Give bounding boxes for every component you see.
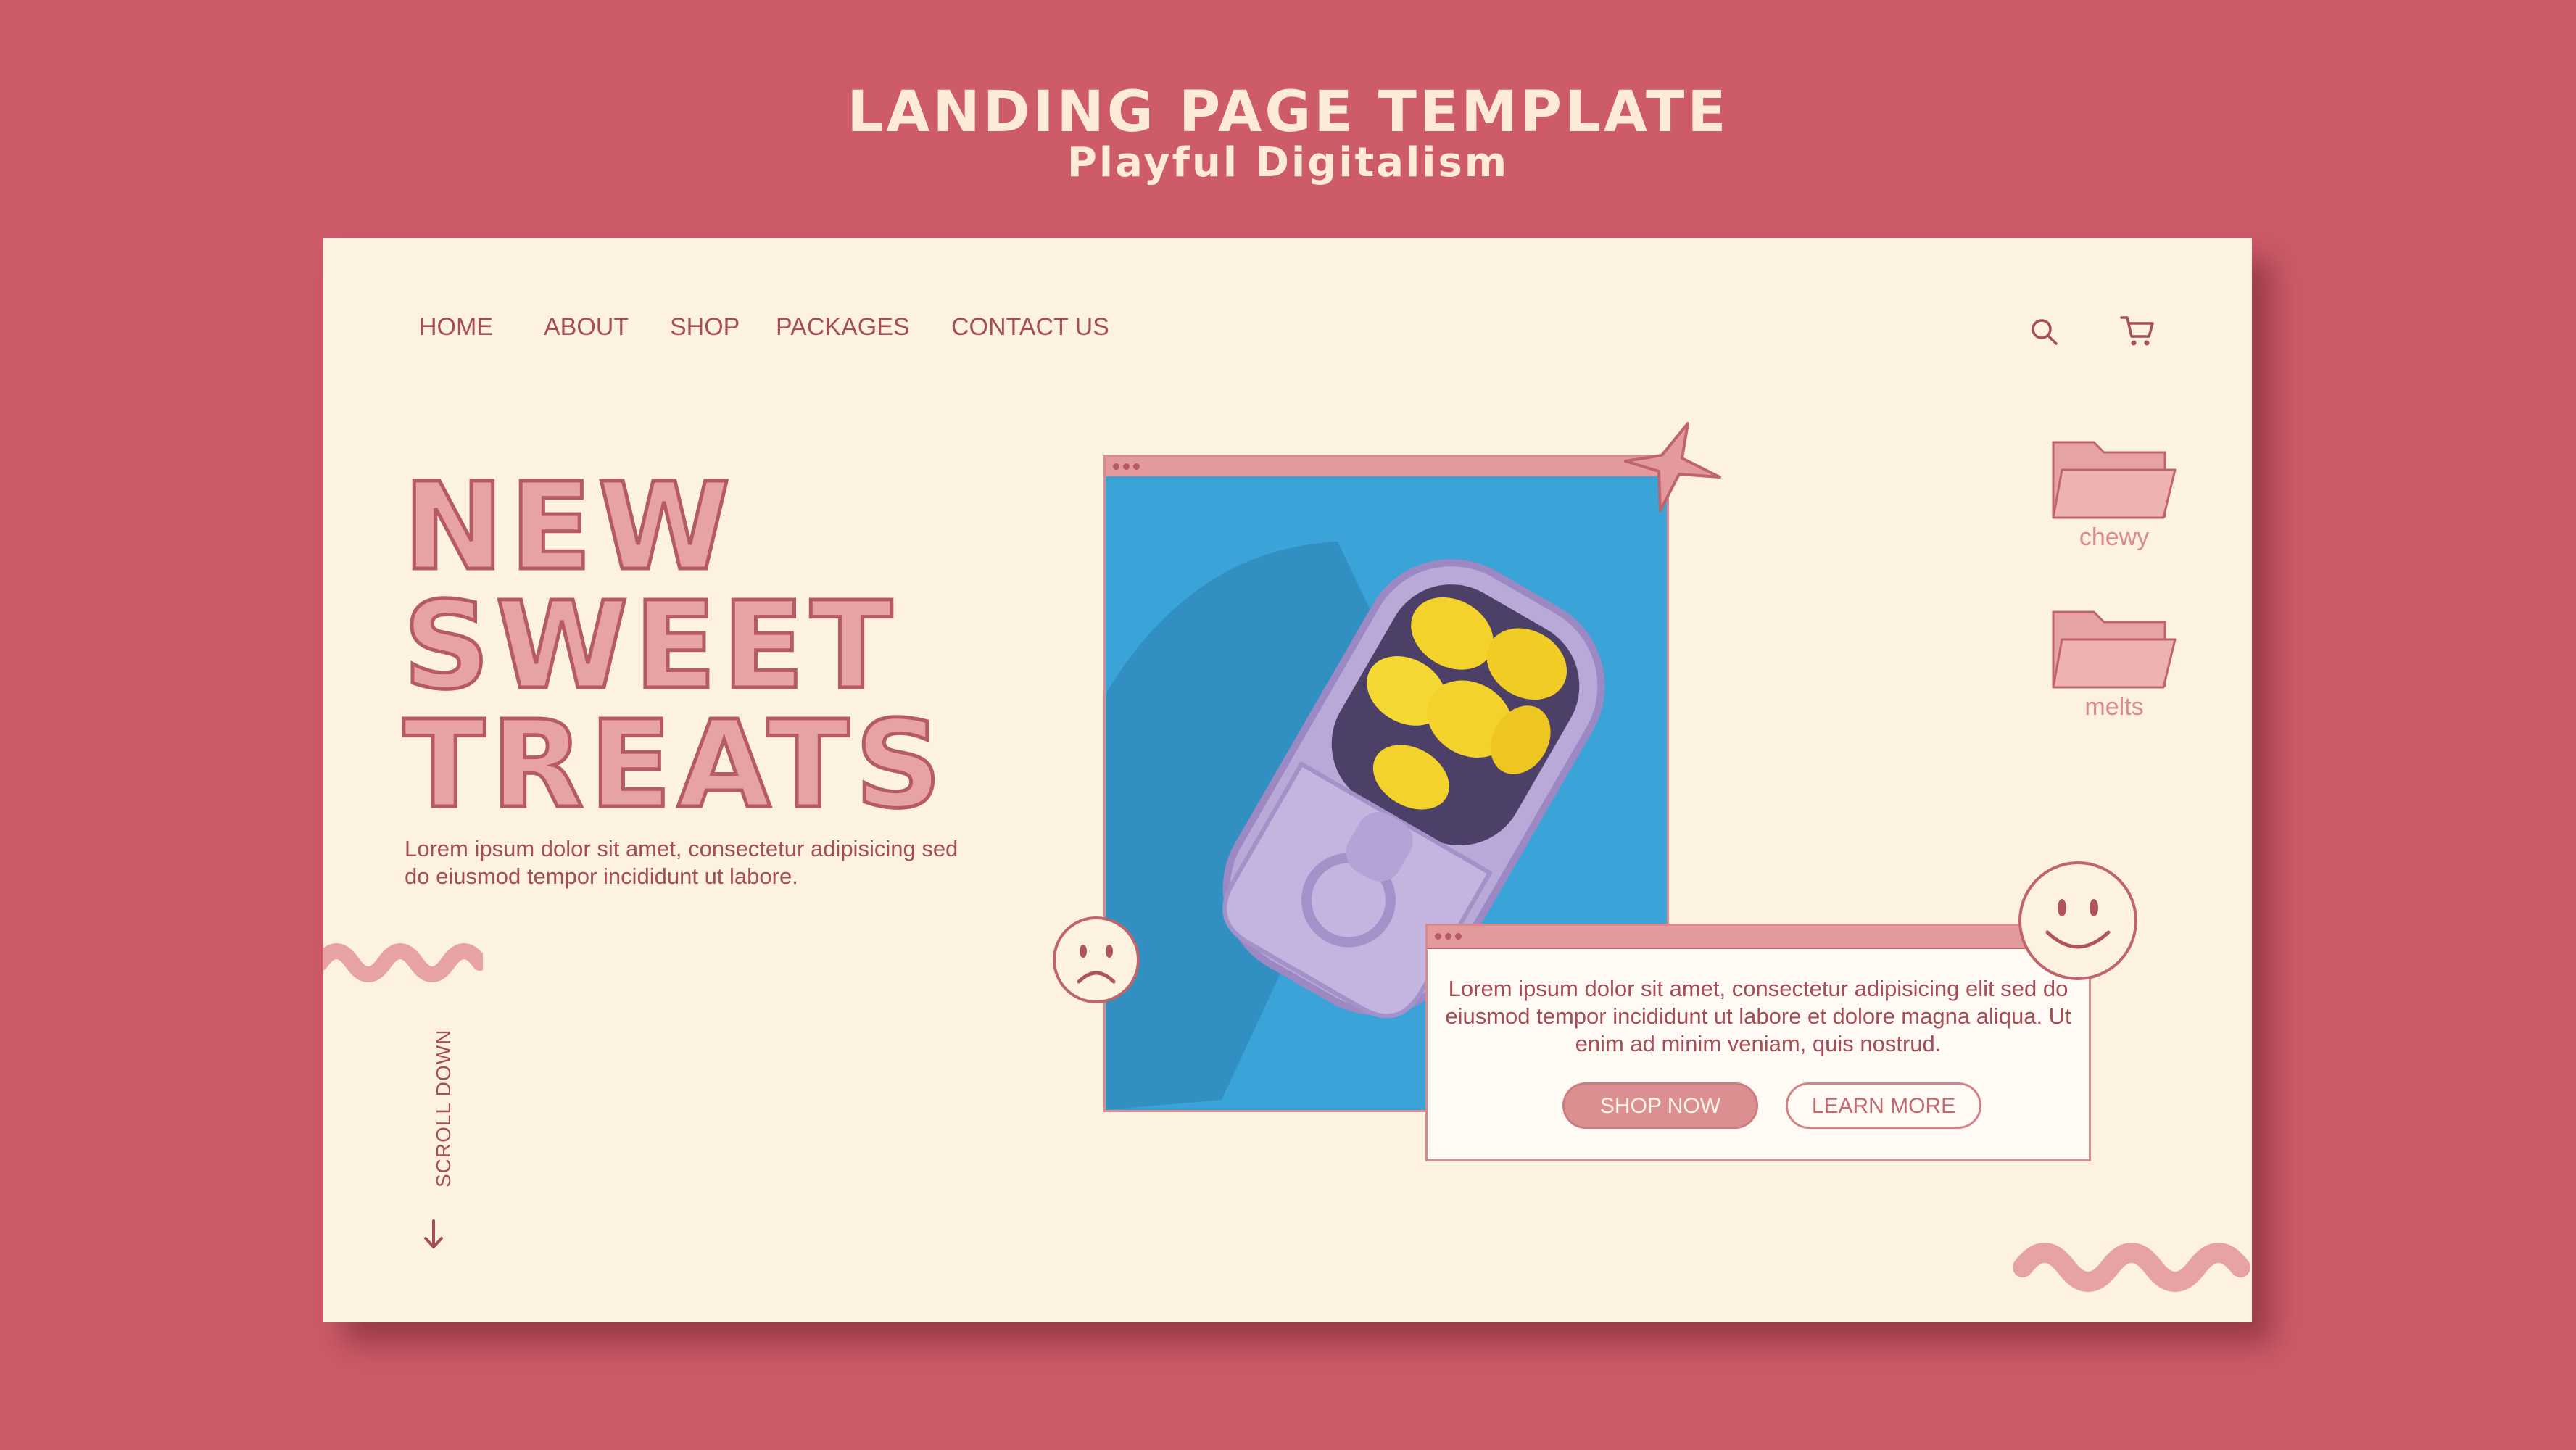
arrow-down-icon[interactable]: [422, 1218, 445, 1251]
nav-packages[interactable]: PACKAGES: [776, 313, 910, 341]
squiggle-decoration-left: [323, 943, 483, 982]
nav-shop[interactable]: SHOP: [670, 313, 740, 341]
folder-icon: [2052, 610, 2177, 689]
hero-title-line-2: SWEET: [402, 576, 898, 716]
cart-icon[interactable]: [2119, 313, 2156, 349]
promo-text: Lorem ipsum dolor sit amet, consectetur …: [1445, 976, 2071, 1056]
shop-now-button[interactable]: SHOP NOW: [1562, 1082, 1758, 1129]
window-titlebar: [1428, 926, 2089, 949]
learn-more-button[interactable]: LEARN MORE: [1786, 1082, 1981, 1129]
nav-home[interactable]: HOME: [419, 313, 493, 341]
hero-title-line-3: TREATS: [402, 695, 948, 835]
folder-label-chewy: chewy: [2079, 523, 2150, 551]
squiggle-decoration-right: [2013, 1243, 2250, 1292]
window-dot: [1123, 463, 1130, 470]
page-header-title: LANDING PAGE TEMPLATE: [847, 80, 1729, 145]
window-dot: [1133, 463, 1140, 470]
window-dot: [1455, 933, 1462, 940]
window-dot: [1445, 933, 1451, 940]
hero-title-line-1: NEW: [402, 457, 737, 597]
folder-label-melts: melts: [2084, 693, 2144, 721]
hero-title: NEW SWEET TREATS: [402, 457, 948, 835]
hero-description: Lorem ipsum dolor sit amet, consectetur …: [405, 836, 958, 889]
search-icon[interactable]: [2029, 316, 2061, 348]
window-dot: [1435, 933, 1441, 940]
smiley-face-sticker: [2018, 861, 2137, 980]
sad-face-sticker: [1053, 916, 1140, 1003]
promo-window: Lorem ipsum dolor sit amet, consectetur …: [1425, 924, 2091, 1161]
folder-melts[interactable]: melts: [2049, 608, 2179, 721]
folder-icon: [2052, 441, 2177, 519]
page-header-subtitle: Playful Digitalism: [1067, 139, 1509, 186]
star-decoration: [1624, 422, 1721, 512]
window-dot: [1113, 463, 1119, 470]
folder-chewy[interactable]: chewy: [2049, 438, 2179, 551]
scroll-down-label[interactable]: SCROLL DOWN: [432, 1030, 455, 1188]
nav-contact-us[interactable]: CONTACT US: [951, 313, 1109, 341]
window-titlebar: [1106, 457, 1667, 478]
landing-page-mockup: HOME ABOUT SHOP PACKAGES CONTACT US NEW …: [323, 238, 2252, 1322]
nav-about[interactable]: ABOUT: [544, 313, 629, 341]
